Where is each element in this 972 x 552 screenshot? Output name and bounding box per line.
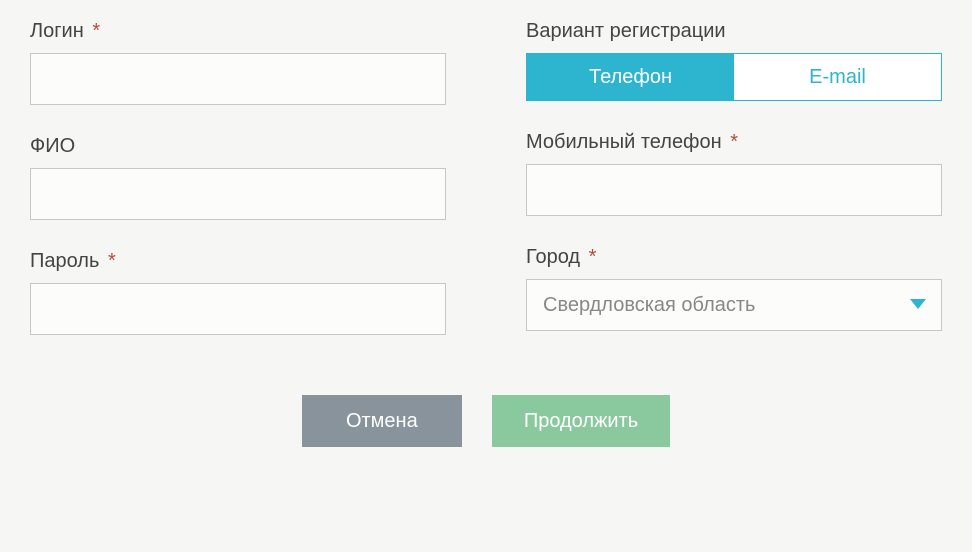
registration-form: Логин * ФИО Пароль * Вариант регистрации (30, 20, 942, 335)
cancel-button-label: Отмена (346, 410, 418, 432)
reg-variant-label: Вариант регистрации (526, 20, 942, 43)
login-input[interactable] (30, 53, 446, 105)
button-row: Отмена Продолжить (30, 395, 942, 447)
fio-label-text: ФИО (30, 135, 75, 157)
mobile-field-group: Мобильный телефон * (526, 131, 942, 216)
password-label: Пароль * (30, 250, 446, 273)
password-field-group: Пароль * (30, 250, 446, 335)
password-label-text: Пароль (30, 250, 99, 272)
city-label-text: Город (526, 246, 580, 268)
toggle-option-email[interactable]: E-mail (734, 54, 941, 100)
mobile-label-text: Мобильный телефон (526, 131, 722, 153)
password-input[interactable] (30, 283, 446, 335)
city-label: Город * (526, 246, 942, 269)
mobile-label: Мобильный телефон * (526, 131, 942, 154)
toggle-phone-label: Телефон (589, 66, 672, 89)
fio-label: ФИО (30, 135, 446, 158)
login-field-group: Логин * (30, 20, 446, 105)
fio-input[interactable] (30, 168, 446, 220)
city-field-group: Город * Свердловская область (526, 246, 942, 331)
required-mark: * (589, 246, 597, 268)
city-select-wrapper: Свердловская область (526, 279, 942, 331)
mobile-input[interactable] (526, 164, 942, 216)
required-mark: * (108, 250, 116, 272)
cancel-button[interactable]: Отмена (302, 395, 462, 447)
continue-button[interactable]: Продолжить (492, 395, 670, 447)
required-mark: * (92, 20, 100, 42)
toggle-email-label: E-mail (809, 66, 866, 89)
reg-variant-group: Вариант регистрации Телефон E-mail (526, 20, 942, 101)
city-select[interactable]: Свердловская область (526, 279, 942, 331)
toggle-option-phone[interactable]: Телефон (527, 54, 734, 100)
fio-field-group: ФИО (30, 135, 446, 220)
right-column: Вариант регистрации Телефон E-mail Мобил… (526, 20, 942, 335)
reg-variant-label-text: Вариант регистрации (526, 20, 726, 42)
left-column: Логин * ФИО Пароль * (30, 20, 446, 335)
reg-variant-toggle: Телефон E-mail (526, 53, 942, 101)
required-mark: * (730, 131, 738, 153)
login-label-text: Логин (30, 20, 84, 42)
continue-button-label: Продолжить (524, 410, 638, 432)
login-label: Логин * (30, 20, 446, 43)
